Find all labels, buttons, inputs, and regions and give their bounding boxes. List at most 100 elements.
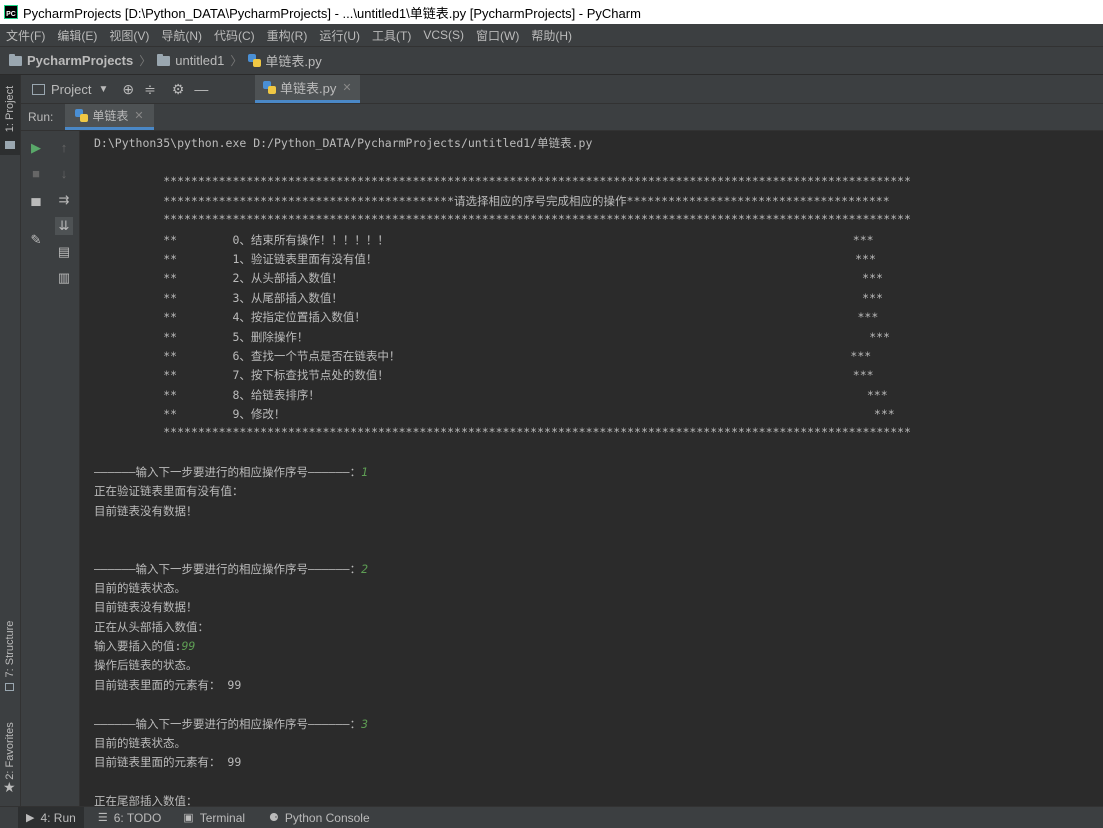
tab-terminal[interactable]: ▣ Terminal <box>183 811 245 825</box>
breadcrumb-root[interactable]: PycharmProjects <box>9 53 133 68</box>
scroll-to-end-icon[interactable]: ⇊ <box>55 217 73 235</box>
close-icon[interactable]: ✕ <box>134 109 143 122</box>
left-tool-strip: 1: Project 7: Structure 2: Favorites ★ <box>0 75 21 806</box>
menu-tools[interactable]: 工具(T) <box>366 27 417 44</box>
console-line: ** 9、修改！ *** <box>94 406 895 421</box>
up-arrow-icon[interactable]: ↑ <box>55 139 73 157</box>
tab-run[interactable]: ▶ 4: Run <box>18 807 84 828</box>
console-line: ****************************************… <box>94 194 890 209</box>
breadcrumb-root-label: PycharmProjects <box>27 53 134 68</box>
menu-vcs[interactable]: VCS(S) <box>417 28 470 42</box>
trash-icon[interactable]: ▥ <box>55 269 73 287</box>
soft-wrap-icon[interactable]: ⇉ <box>55 191 73 209</box>
console-line: 目前链表里面的元素有： 99 <box>94 677 242 692</box>
bottom-toolbar: ▶ 4: Run ☰ 6: TODO ▣ Terminal ⚈ Python C… <box>0 806 1103 828</box>
menu-refactor[interactable]: 重构(R) <box>261 27 314 44</box>
project-view-selector[interactable]: Project ▼ <box>32 82 108 97</box>
run-tab-label: 单链表 <box>92 109 129 123</box>
project-icon <box>32 83 45 95</box>
tab-todo-label: 6: TODO <box>113 810 162 825</box>
console-line: ** 0、结束所有操作！！！！！！ *** <box>94 232 874 247</box>
menu-run[interactable]: 运行(U) <box>313 27 366 44</box>
menu-bar: 文件(F) 编辑(E) 视图(V) 导航(N) 代码(C) 重构(R) 运行(U… <box>0 24 1103 47</box>
editor-tab-file[interactable]: 单链表.py ✕ <box>255 75 360 103</box>
tab-todo[interactable]: ☰ 6: TODO <box>98 811 161 825</box>
tab-python-console[interactable]: ⚈ Python Console <box>269 811 370 825</box>
layout-icon[interactable]: ▀ <box>27 197 45 215</box>
python-icon: ⚈ <box>269 812 279 824</box>
editor-tab-label: 单链表.py <box>280 81 337 96</box>
play-icon: ▶ <box>26 812 35 824</box>
chevron-right-icon: 〉 <box>139 54 152 68</box>
run-label: Run: <box>28 110 54 124</box>
menu-help[interactable]: 帮助(H) <box>525 27 578 44</box>
console-line: 目前链表没有数据！ <box>94 600 198 615</box>
console-output[interactable]: D:\Python35\python.exe D:/Python_DATA/Py… <box>80 131 1103 808</box>
pycharm-logo-icon: PC <box>4 5 18 19</box>
run-tab[interactable]: 单链表 ✕ <box>65 104 154 130</box>
stop-icon[interactable]: ■ <box>27 165 45 183</box>
window-title: PycharmProjects [D:\Python_DATA\PycharmP… <box>23 5 641 21</box>
structure-icon <box>5 683 14 691</box>
project-view-label: Project <box>51 81 92 97</box>
folder-icon <box>157 53 171 66</box>
run-side-tools: ▶ ↑ ■ ↓ ▀ ⇉ ⇊ ✎ ▤ ▥ <box>21 131 80 806</box>
console-line: ** 4、按指定位置插入数值！ *** <box>94 310 879 325</box>
rerun-icon[interactable]: ▶ <box>27 139 45 157</box>
console-line: ****************************************… <box>94 173 911 188</box>
console-line: ——————输入下一步要进行的相应操作序号——————：3 <box>94 716 369 731</box>
tab-project[interactable]: 1: Project <box>0 75 20 155</box>
star-icon: ★ <box>3 779 16 795</box>
console-line: ** 6、查找一个节点是否在链表中！ *** <box>94 348 872 363</box>
tab-structure-label: 7: Structure <box>4 620 16 678</box>
chevron-right-icon: 〉 <box>230 54 243 68</box>
console-line: ** 2、从头部插入数值！ *** <box>94 271 883 286</box>
menu-view[interactable]: 视图(V) <box>103 27 155 44</box>
console-line: ** 1、验证链表里面有没有值！ *** <box>94 252 876 267</box>
breadcrumb-file[interactable]: 单链表.py <box>248 51 322 70</box>
hide-icon[interactable]: — <box>194 81 208 97</box>
chevron-down-icon: ▼ <box>98 83 109 95</box>
breadcrumb-file-label: 单链表.py <box>265 54 322 69</box>
menu-code[interactable]: 代码(C) <box>208 27 261 44</box>
toolwindow-header: Project ▼ ⊕ ≑ ⚙ — 单链表.py ✕ <box>21 75 1103 104</box>
menu-navigate[interactable]: 导航(N) <box>155 27 208 44</box>
menu-edit[interactable]: 编辑(E) <box>51 27 103 44</box>
tab-favorites[interactable]: 2: Favorites ★ <box>0 715 20 805</box>
breadcrumb-folder-label: untitled1 <box>175 53 225 68</box>
tab-terminal-label: Terminal <box>199 810 246 825</box>
folder-icon <box>5 141 15 149</box>
console-line: D:\Python35\python.exe D:/Python_DATA/Py… <box>94 136 593 150</box>
collapse-icon[interactable]: ≑ <box>144 81 156 98</box>
console-line: ** 8、给链表排序！ *** <box>94 387 888 402</box>
console-line: 目前的链表状态。 <box>94 735 186 750</box>
breadcrumb-folder[interactable]: untitled1 <box>157 53 224 68</box>
console-line: 输入要插入的值:99 <box>94 639 196 654</box>
window-titlebar: PC PycharmProjects [D:\Python_DATA\Pycha… <box>0 0 1103 24</box>
run-toolbar: Run: 单链表 ✕ <box>21 104 1103 131</box>
console-user-input: 99 <box>181 639 196 654</box>
console-line: ** 7、按下标查找节点处的数值！ *** <box>94 368 874 383</box>
console-line: 目前链表没有数据！ <box>94 503 198 518</box>
menu-window[interactable]: 窗口(W) <box>470 27 525 44</box>
terminal-icon: ▣ <box>183 812 194 824</box>
close-icon[interactable]: ✕ <box>342 81 351 94</box>
python-file-icon <box>248 54 262 67</box>
console-line: ****************************************… <box>94 212 911 227</box>
locate-icon[interactable]: ⊕ <box>122 81 134 98</box>
python-file-icon <box>263 81 276 94</box>
console-user-input: 2 <box>361 561 369 576</box>
console-line: 目前的链表状态。 <box>94 581 186 596</box>
console-line: ——————输入下一步要进行的相应操作序号——————：2 <box>94 561 369 576</box>
pin-icon[interactable]: ✎ <box>27 231 45 249</box>
gear-icon[interactable]: ⚙ <box>172 81 185 98</box>
console-line: 目前链表里面的元素有： 99 <box>94 755 242 770</box>
down-arrow-icon[interactable]: ↓ <box>55 165 73 183</box>
list-icon: ☰ <box>97 812 108 824</box>
menu-file[interactable]: 文件(F) <box>0 27 51 44</box>
console-line: ****************************************… <box>94 425 911 440</box>
tab-project-label: 1: Project <box>4 85 16 133</box>
console-user-input: 3 <box>361 716 369 731</box>
print-icon[interactable]: ▤ <box>55 243 73 261</box>
tab-structure[interactable]: 7: Structure <box>0 615 20 695</box>
